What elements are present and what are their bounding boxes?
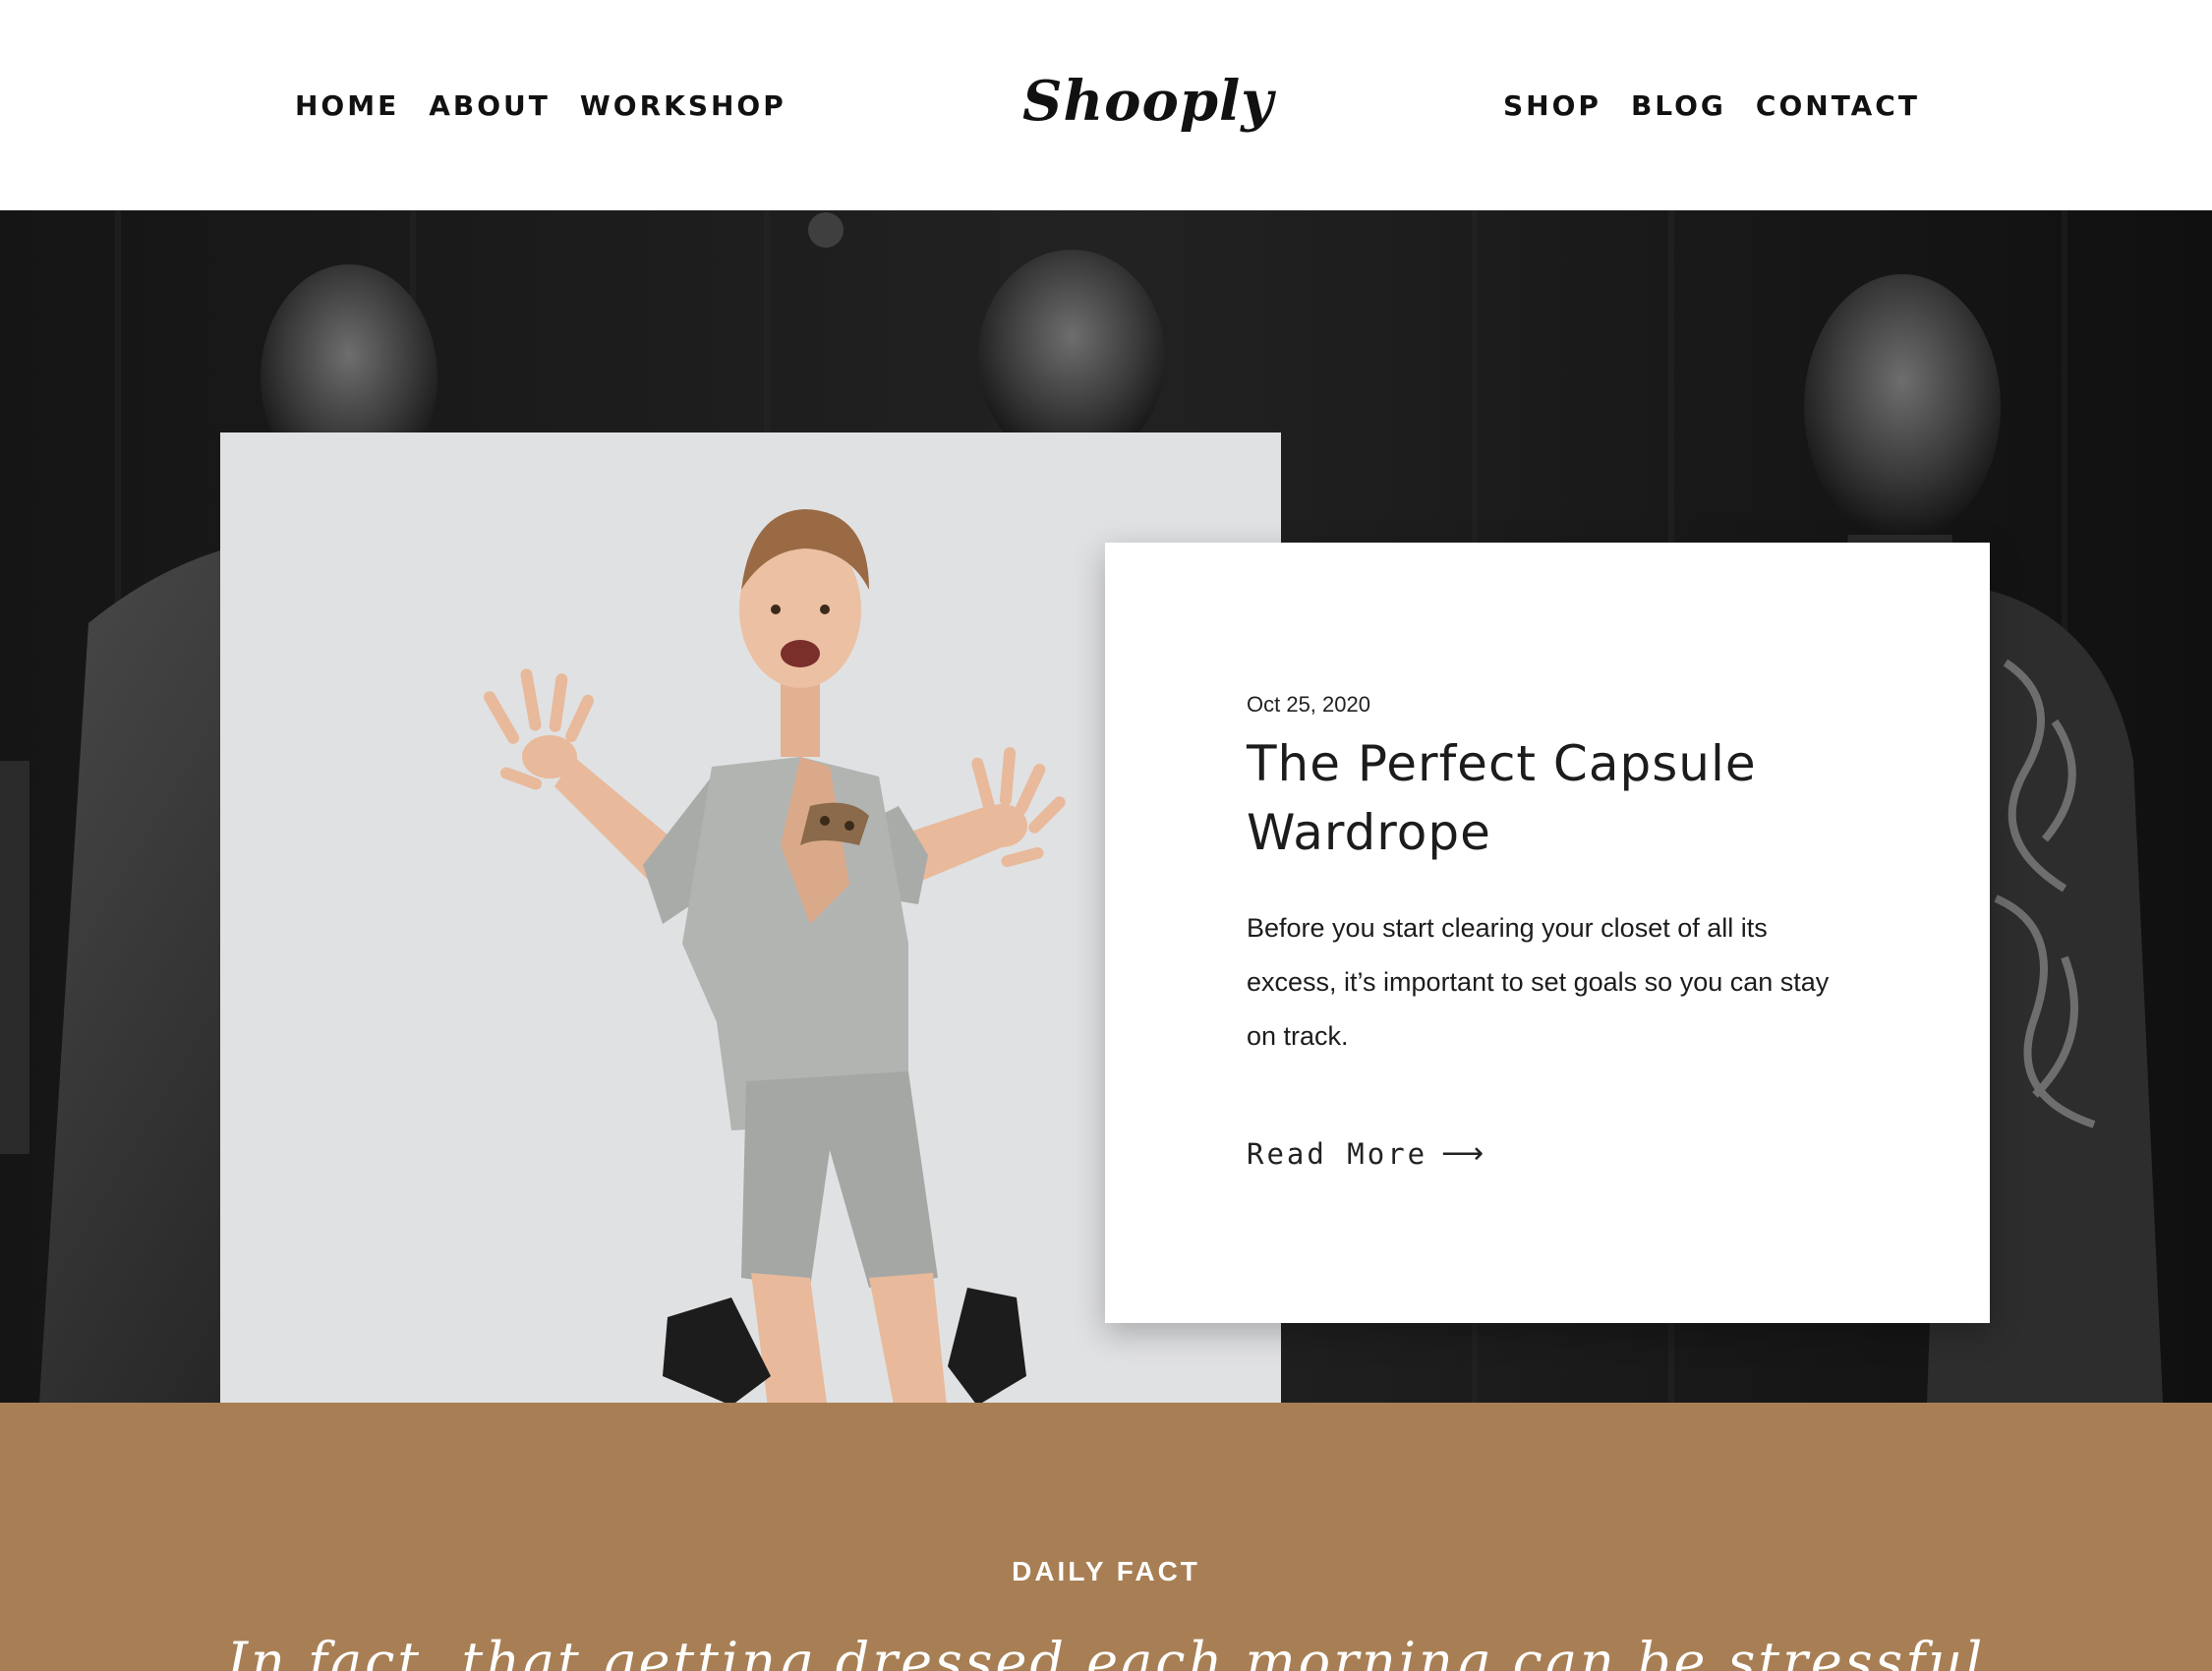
daily-fact-quote: In fact, that getting dressed each morni… xyxy=(226,1631,1986,1671)
blog-post-card: Oct 25, 2020 The Perfect Capsule Wardrop… xyxy=(1105,543,1990,1323)
site-header: HOME ABOUT WORKSHOP Shooply SHOP BLOG CO… xyxy=(0,0,2212,210)
nav-workshop[interactable]: WORKSHOP xyxy=(580,86,786,126)
daily-fact-section: DAILY FACT In fact, that getting dressed… xyxy=(0,1403,2212,1671)
post-excerpt: Before you start clearing your closet of… xyxy=(1247,913,1830,1051)
nav-shop[interactable]: SHOP xyxy=(1503,86,1601,126)
main-nav-left: HOME ABOUT WORKSHOP xyxy=(295,86,786,126)
read-more-link[interactable]: Read More ⟶ xyxy=(1247,1136,1486,1171)
nav-home[interactable]: HOME xyxy=(295,86,399,126)
read-more-label: Read More xyxy=(1247,1136,1428,1171)
nav-contact[interactable]: CONTACT xyxy=(1756,86,1920,126)
daily-fact-label: DAILY FACT xyxy=(1012,1556,1200,1586)
post-date: Oct 25, 2020 xyxy=(1247,692,1370,717)
nav-blog[interactable]: BLOG xyxy=(1631,86,1726,126)
arrow-right-icon: ⟶ xyxy=(1441,1136,1487,1171)
nav-about[interactable]: ABOUT xyxy=(429,86,551,126)
site-logo[interactable]: Shooply xyxy=(1022,69,1273,134)
main-nav-right: SHOP BLOG CONTACT xyxy=(1503,86,1920,126)
post-title[interactable]: The Perfect Capsule Wardrope xyxy=(1247,729,1876,867)
